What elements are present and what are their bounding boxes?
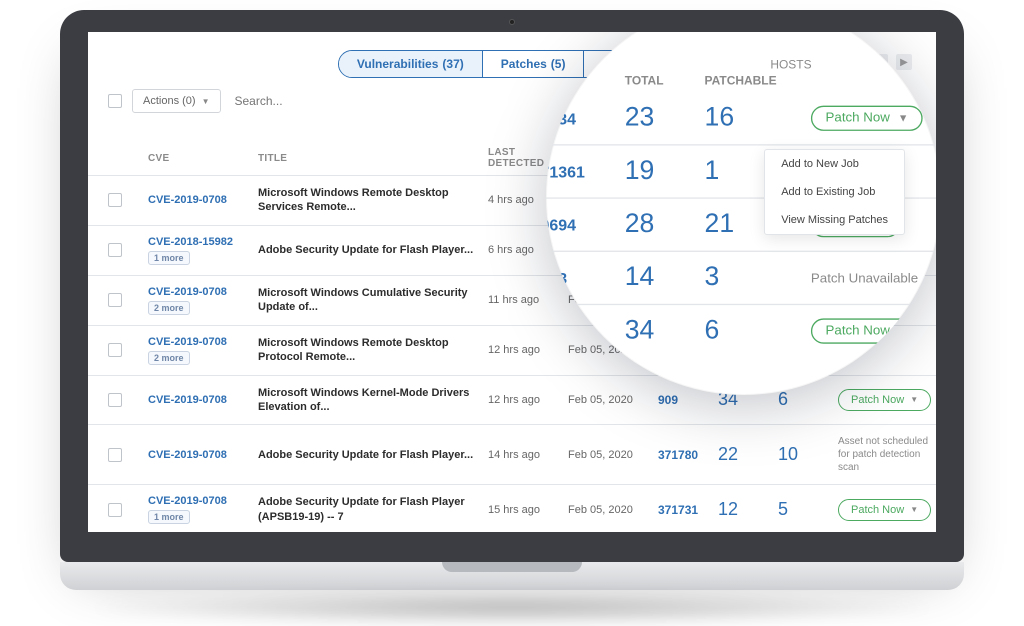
help-icon: ? xyxy=(923,271,936,287)
qid-link[interactable]: 371361 xyxy=(546,162,625,181)
table-row: CVE-2019-0708 Adobe Security Update for … xyxy=(88,424,936,484)
hosts-total: 22 xyxy=(718,444,778,465)
menu-view-missing-patches[interactable]: View Missing Patches xyxy=(765,206,904,234)
qid-link[interactable]: 371780 xyxy=(658,448,718,462)
row-checkbox[interactable] xyxy=(108,343,122,357)
cve-link[interactable]: CVE-2019-0708 xyxy=(148,286,258,298)
row-checkbox[interactable] xyxy=(108,243,122,257)
tab-vuln-label: Vulnerabilities xyxy=(357,57,439,71)
lens-row: 0783 14 3 Patch Unavailable ? xyxy=(546,251,936,304)
col-title: TITLE xyxy=(258,153,488,164)
laptop-notch xyxy=(442,562,582,572)
qid-link[interactable]: 909 xyxy=(546,322,625,341)
laptop-base xyxy=(60,562,964,590)
patch-now-menu: Add to New Job Add to Existing Job View … xyxy=(764,149,905,235)
cve-link[interactable]: CVE-2019-0708 xyxy=(148,495,258,507)
lens-row: 909 34 6 Patch Now ▼ xyxy=(546,304,936,357)
vuln-title: Microsoft Windows Remote Desktop Service… xyxy=(258,186,488,215)
release-date: Feb 05, 2020 xyxy=(568,504,658,516)
row-checkbox[interactable] xyxy=(108,448,122,462)
hosts-total: 34 xyxy=(625,316,705,347)
actions-button[interactable]: Actions (0) ▼ xyxy=(132,89,221,113)
row-checkbox[interactable] xyxy=(108,503,122,517)
patch-now-button[interactable]: Patch Now ▼ xyxy=(811,318,923,343)
row-checkbox[interactable] xyxy=(108,193,122,207)
cve-link[interactable]: CVE-2018-15982 xyxy=(148,236,258,248)
last-detected: 15 hrs ago xyxy=(488,504,568,516)
menu-add-new-job[interactable]: Add to New Job xyxy=(765,150,904,178)
chevron-down-icon: ▼ xyxy=(910,395,918,404)
patch-unavailable-text: Patch Unavailable ? xyxy=(811,271,936,288)
laptop-shadow xyxy=(80,590,944,626)
chevron-down-icon: ▼ xyxy=(898,325,909,337)
magnifier-lens: HOSTS QID TOTAL PATCHABLE 91534 23 16 Pa… xyxy=(546,32,936,395)
cve-link[interactable]: CVE-2019-0708 xyxy=(148,394,258,406)
cve-link[interactable]: CVE-2019-0708 xyxy=(148,336,258,348)
lens-col-patchable: PATCHABLE xyxy=(705,74,811,87)
screen-bezel: Vulnerabilities (37) Patches (5) Assets … xyxy=(60,10,964,562)
patch-now-button[interactable]: Patch Now ▼ xyxy=(838,499,931,521)
chevron-down-icon: ▼ xyxy=(910,505,918,514)
status-text: Asset not scheduled for patch detection … xyxy=(838,435,936,474)
vuln-title: Microsoft Windows Kernel-Mode Drivers El… xyxy=(258,386,488,415)
lens-col-qid: QID xyxy=(546,74,625,87)
table-row: CVE-2019-0708 1 more Adobe Security Upda… xyxy=(88,484,936,532)
actions-label: Actions (0) xyxy=(143,95,196,107)
tab-vulnerabilities[interactable]: Vulnerabilities (37) xyxy=(339,51,483,77)
vuln-title: Microsoft Windows Remote Desktop Protoco… xyxy=(258,336,488,365)
last-detected: 12 hrs ago xyxy=(488,394,568,406)
menu-add-existing-job[interactable]: Add to Existing Job xyxy=(765,178,904,206)
hosts-patchable: 6 xyxy=(778,389,838,410)
cve-link[interactable]: CVE-2019-0708 xyxy=(148,449,258,461)
qid-link[interactable]: 0783 xyxy=(546,269,625,288)
patch-now-button[interactable]: Patch Now ▼ xyxy=(811,106,923,131)
qid-link[interactable]: 90694 xyxy=(546,215,625,234)
release-date: Feb 05, 2020 xyxy=(568,449,658,461)
lens-col-total: TOTAL xyxy=(625,74,705,87)
qid-link[interactable]: 371731 xyxy=(658,503,718,517)
chevron-down-icon: ▼ xyxy=(202,97,210,106)
lens-hosts-label: HOSTS xyxy=(625,58,936,74)
hosts-patchable: 16 xyxy=(705,103,811,134)
hosts-total: 12 xyxy=(718,499,778,520)
row-checkbox[interactable] xyxy=(108,393,122,407)
more-cve-pill[interactable]: 1 more xyxy=(148,510,190,524)
vuln-title: Adobe Security Update for Flash Player..… xyxy=(258,448,488,462)
hosts-total: 28 xyxy=(625,209,705,240)
more-cve-pill[interactable]: 1 more xyxy=(148,251,190,265)
hosts-patchable: 3 xyxy=(705,263,811,294)
vuln-title: Adobe Security Update for Flash Player (… xyxy=(258,495,488,524)
col-cve: CVE xyxy=(148,153,258,164)
hosts-patchable: 5 xyxy=(778,499,838,520)
more-cve-pill[interactable]: 2 more xyxy=(148,301,190,315)
vuln-title: Adobe Security Update for Flash Player..… xyxy=(258,243,488,257)
more-cve-pill[interactable]: 2 more xyxy=(148,351,190,365)
qid-link[interactable]: 909 xyxy=(658,393,718,407)
release-date: Feb 05, 2020 xyxy=(568,394,658,406)
laptop-frame: Vulnerabilities (37) Patches (5) Assets … xyxy=(60,10,964,626)
cve-link[interactable]: CVE-2019-0708 xyxy=(148,194,258,206)
app-screen: Vulnerabilities (37) Patches (5) Assets … xyxy=(88,32,936,532)
hosts-patchable: 10 xyxy=(778,444,838,465)
patch-now-button[interactable]: Patch Now ▼ xyxy=(838,389,931,411)
lens-row: 91534 23 16 Patch Now ▼ xyxy=(546,92,936,144)
tab-patches-label: Patches xyxy=(501,57,547,71)
select-all-checkbox[interactable] xyxy=(108,94,122,108)
hosts-total: 19 xyxy=(625,156,705,187)
hosts-total: 14 xyxy=(625,263,705,294)
row-checkbox[interactable] xyxy=(108,293,122,307)
qid-link[interactable]: 91534 xyxy=(546,109,625,128)
hosts-total: 23 xyxy=(625,103,705,134)
vuln-title: Microsoft Windows Cumulative Security Up… xyxy=(258,286,488,315)
lens-header: QID TOTAL PATCHABLE xyxy=(546,74,936,93)
hosts-patchable: 6 xyxy=(705,316,811,347)
chevron-down-icon: ▼ xyxy=(898,112,909,124)
tab-vuln-count: (37) xyxy=(442,57,463,71)
last-detected: 14 hrs ago xyxy=(488,449,568,461)
camera-icon xyxy=(509,19,515,25)
